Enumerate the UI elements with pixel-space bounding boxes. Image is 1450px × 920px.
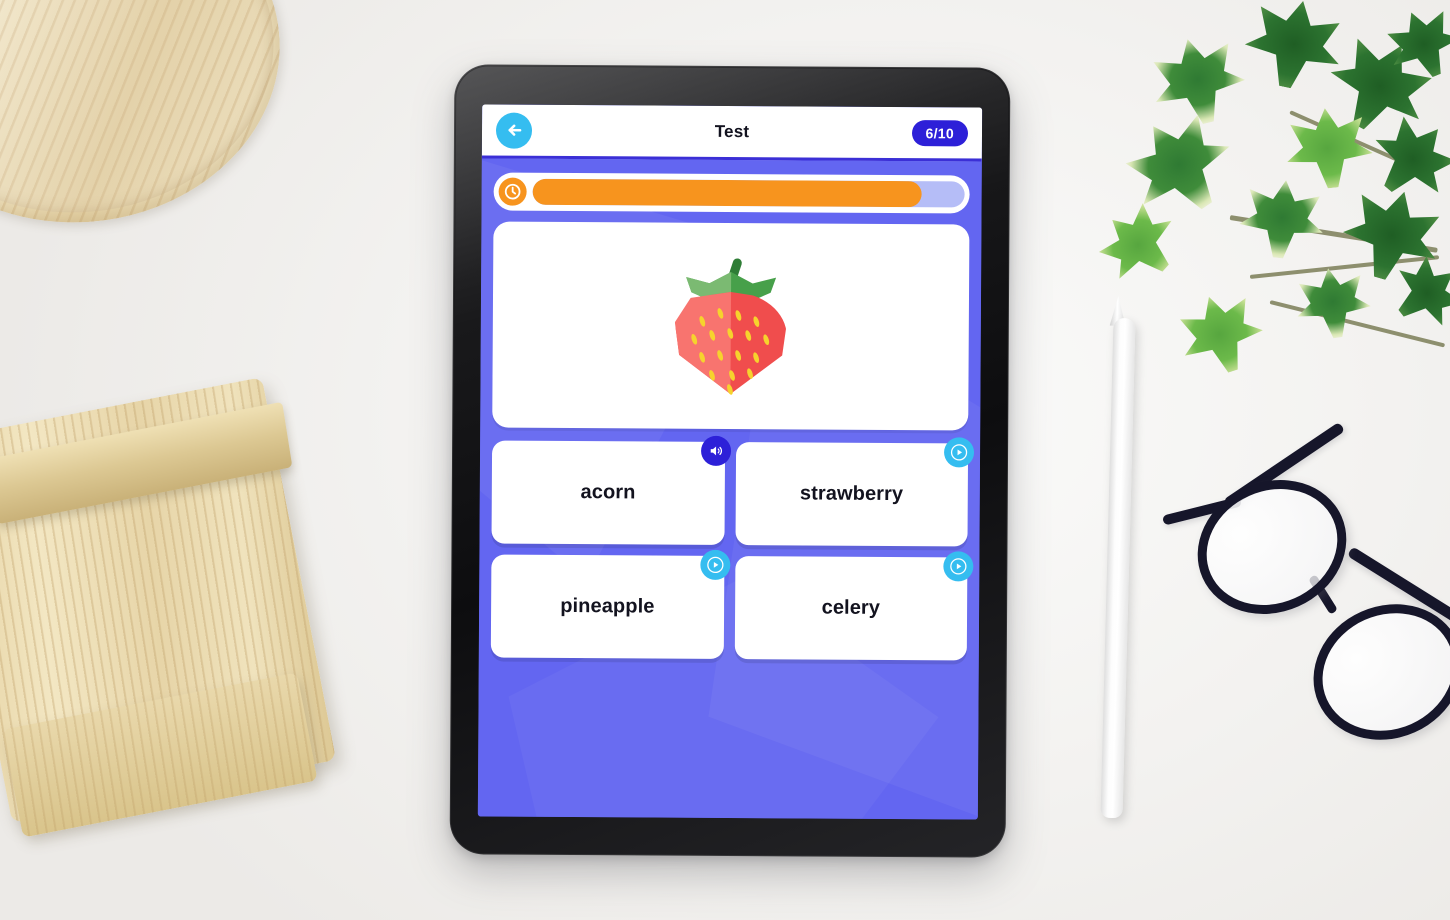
glasses-lens xyxy=(1291,580,1450,764)
answer-card-celery[interactable]: celery xyxy=(734,551,974,661)
app-body: acorn strawberry pineapple celery xyxy=(477,158,982,820)
speaker-icon[interactable] xyxy=(700,435,731,467)
arrow-left-icon xyxy=(504,121,523,140)
answer-label: acorn xyxy=(580,481,636,504)
desk-scene: Test 6/10 acorn strawberry pineapple cel… xyxy=(0,0,1450,920)
timer-bar xyxy=(493,172,970,214)
play-icon[interactable] xyxy=(699,549,730,581)
answer-card-strawberry[interactable]: strawberry xyxy=(734,437,975,547)
eyeglasses xyxy=(1161,421,1450,764)
back-button[interactable] xyxy=(495,112,533,149)
answer-label: strawberry xyxy=(799,482,904,506)
tablet-device: Test 6/10 acorn strawberry pineapple cel… xyxy=(449,64,1011,858)
answer-label: celery xyxy=(821,596,881,619)
answer-options-grid: acorn strawberry pineapple celery xyxy=(490,435,975,661)
app-header: Test 6/10 xyxy=(481,104,983,162)
answer-card-pineapple[interactable]: pineapple xyxy=(490,549,730,659)
play-icon[interactable] xyxy=(943,437,975,468)
progress-badge: 6/10 xyxy=(911,119,969,146)
answer-card-acorn[interactable]: acorn xyxy=(491,435,731,545)
play-icon[interactable] xyxy=(943,551,974,582)
timer-track xyxy=(532,178,965,208)
tablet-screen: Test 6/10 acorn strawberry pineapple cel… xyxy=(477,104,983,820)
timer-fill xyxy=(532,178,922,208)
clock-icon xyxy=(498,177,527,206)
answer-label: pineapple xyxy=(560,594,655,618)
glasses-lens xyxy=(1176,456,1368,638)
page-title: Test xyxy=(714,121,750,141)
strawberry-illustration xyxy=(671,257,790,396)
question-card xyxy=(492,221,970,431)
